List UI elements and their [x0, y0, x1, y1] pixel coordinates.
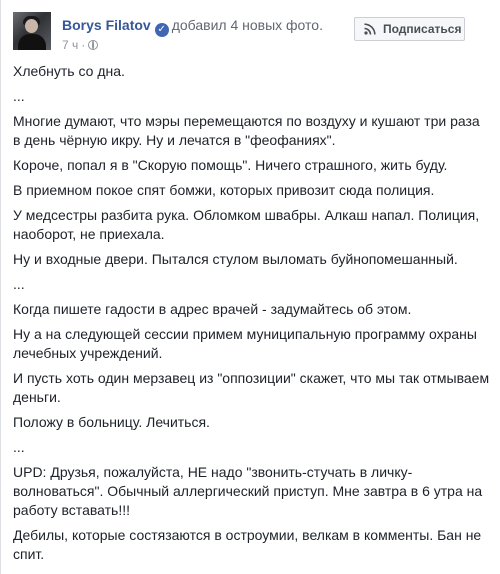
subscribe-label: Подписаться — [383, 22, 462, 36]
author-avatar[interactable] — [13, 12, 51, 50]
post-paragraph: Ну и входные двери. Пытался стулом вылом… — [13, 251, 458, 267]
avatar-face — [25, 19, 38, 33]
post-paragraph: UPD: Друзья, пожалуйста, НЕ надо "звонит… — [13, 464, 483, 518]
author-line: Borys Filatov ✓ добавил 4 новых фото. — [62, 17, 323, 37]
meta-separator: · — [81, 38, 86, 52]
globe-icon[interactable] — [88, 40, 99, 50]
avatar-body — [18, 34, 46, 50]
post-paragraph: В приемном покое спят бомжи, которых при… — [13, 182, 435, 198]
post-meta: 7 ч · — [62, 38, 99, 52]
post-paragraph: ... — [13, 439, 25, 455]
verified-badge-icon: ✓ — [154, 23, 169, 37]
post-paragraph: Короче, попал я в "Скорую помощь". Ничег… — [13, 157, 448, 173]
post-paragraph: Дебилы, которые состязаются в остроумии,… — [13, 527, 482, 562]
rss-icon — [364, 23, 376, 35]
post-paragraph: ... — [13, 88, 25, 104]
post-text: Хлебнуть со дна. ... Многие думают, что … — [13, 62, 491, 570]
post-paragraph: У медсестры разбита рука. Обломком швабр… — [13, 207, 480, 242]
post-paragraph: Хлебнуть со дна. — [13, 63, 125, 79]
post-header: Borys Filatov ✓ добавил 4 новых фото. 7 ч ·… — [13, 12, 489, 56]
post-paragraph: Когда пишете гадости в адрес врачей - за… — [13, 301, 412, 317]
post-action-text: добавил 4 новых фото. — [171, 17, 323, 33]
post-paragraph: Ну а на следующей сессии примем муниципа… — [13, 326, 477, 361]
facebook-post: Borys Filatov ✓ добавил 4 новых фото. 7 ч ·… — [0, 0, 500, 574]
subscribe-button[interactable]: Подписаться — [354, 17, 465, 41]
post-timestamp[interactable]: 7 ч — [62, 38, 78, 52]
post-paragraph: И пусть хоть один мерзавец из "оппозиции… — [13, 370, 490, 405]
post-paragraph: Положу в больницу. Лечиться. — [13, 414, 210, 430]
post-paragraph: ... — [13, 276, 25, 292]
post-paragraph: Многие думают, что мэры перемещаются по … — [13, 113, 480, 148]
author-name[interactable]: Borys Filatov — [62, 17, 151, 33]
